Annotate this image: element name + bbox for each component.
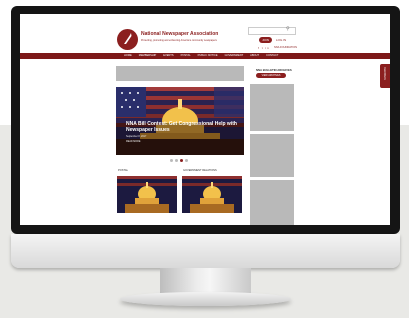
monitor-chin: [11, 234, 400, 268]
nav-item-public-notice[interactable]: PUBLIC NOTICE: [198, 53, 218, 59]
card-image-government[interactable]: [182, 176, 242, 213]
nav-item-home[interactable]: HOME: [124, 53, 132, 59]
linkedin-icon[interactable]: in: [265, 46, 269, 50]
nav-item-contact[interactable]: CONTACT: [266, 53, 278, 59]
slider-dot[interactable]: [175, 159, 178, 162]
monitor-stand-base: [120, 292, 291, 306]
feedback-tab[interactable]: FEEDBACK: [380, 64, 390, 88]
card-label-postal[interactable]: POSTAL: [118, 169, 128, 172]
facebook-icon[interactable]: f: [258, 46, 260, 50]
sidebar-ad-placeholder[interactable]: [250, 134, 294, 177]
login-link[interactable]: LOG IN: [276, 38, 286, 42]
slider-dot[interactable]: [185, 159, 188, 162]
main-nav: HOME MEMBERSHIP EVENTS POSTAL PUBLIC NOT…: [20, 53, 390, 59]
sidebar-title: NNA BULLETIN ARCHIVES: [256, 68, 292, 72]
nav-item-about[interactable]: ABOUT: [250, 53, 259, 59]
foundation-link[interactable]: NNA FOUNDATION: [274, 46, 297, 49]
feedback-tab-label: FEEDBACK: [383, 67, 386, 80]
search-icon[interactable]: ⚲: [286, 26, 290, 32]
quill-pen-icon: [124, 33, 132, 44]
website-screen: National Newspaper Association Protectin…: [20, 14, 390, 225]
org-tagline: Protecting, promoting and enhancing Amer…: [141, 39, 217, 42]
org-name[interactable]: National Newspaper Association: [141, 31, 218, 37]
slider-dots: [170, 159, 188, 162]
hero-title[interactable]: NNA Bill Contest: Get Congressional Help…: [126, 121, 241, 133]
hero-date: September 8, 2017: [126, 135, 147, 138]
sidebar-ad-placeholder[interactable]: [250, 180, 294, 225]
nav-item-postal[interactable]: POSTAL: [181, 53, 191, 59]
card-label-government[interactable]: GOVERNMENT RELATIONS: [183, 169, 217, 172]
social-icons[interactable]: f t in: [258, 46, 270, 50]
view-archives-button[interactable]: VIEW ARCHIVES: [256, 73, 286, 78]
hero-read-more[interactable]: READ MORE: [126, 140, 140, 143]
sidebar-ad-placeholder[interactable]: [250, 84, 294, 131]
slider-dot[interactable]: [170, 159, 173, 162]
join-button[interactable]: JOIN: [259, 37, 272, 43]
card-image-postal[interactable]: [117, 176, 177, 213]
nav-item-government[interactable]: GOVERNMENT: [225, 53, 244, 59]
nav-item-events[interactable]: EVENTS: [163, 53, 173, 59]
slider-dot-active[interactable]: [180, 159, 183, 162]
nav-item-membership[interactable]: MEMBERSHIP: [139, 53, 156, 59]
leaderboard-ad-placeholder[interactable]: [116, 66, 244, 81]
twitter-icon[interactable]: t: [262, 46, 264, 50]
